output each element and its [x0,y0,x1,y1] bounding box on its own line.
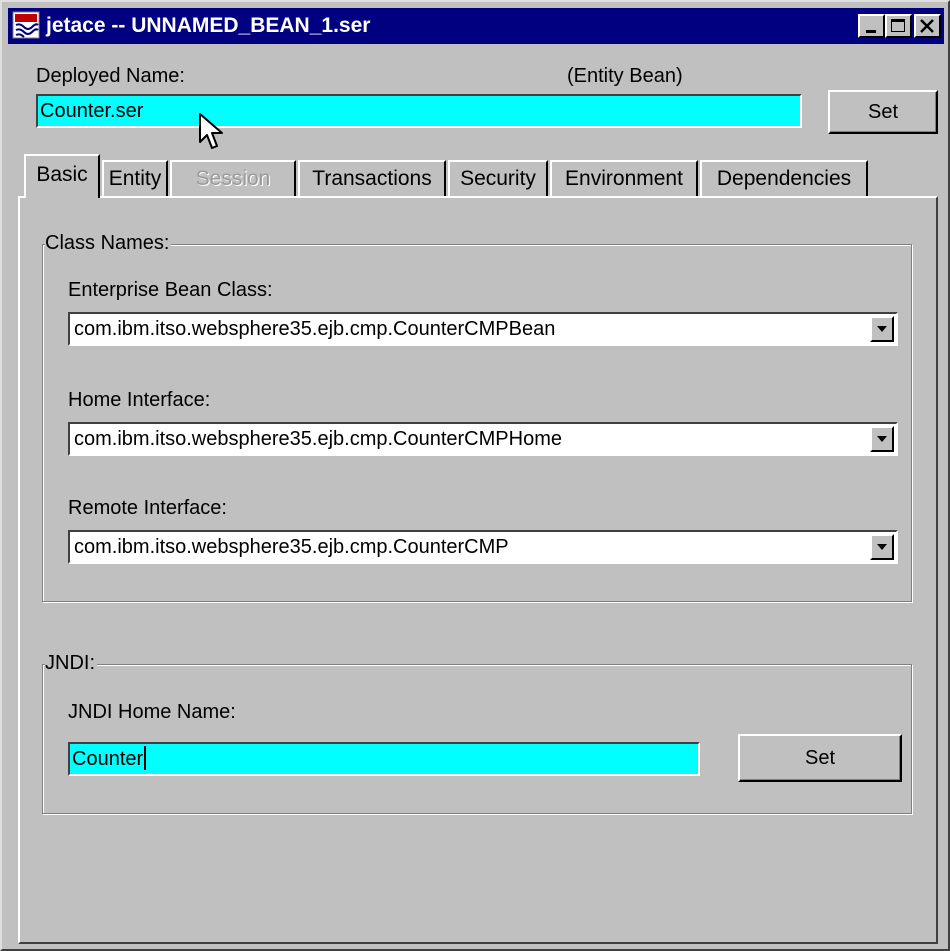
jndi-home-name-label: JNDI Home Name: [68,701,236,723]
deployed-name-field[interactable]: Counter.ser [36,94,802,128]
tab-basic[interactable]: Basic [24,154,100,198]
maximize-button[interactable] [885,14,912,38]
maximize-icon [891,19,905,32]
home-interface-label: Home Interface: [68,389,211,411]
minimize-icon [866,30,876,33]
tab-security[interactable]: Security [448,160,548,196]
tab-security-label: Security [460,167,536,190]
deployed-name-set-button[interactable]: Set [828,90,938,134]
home-interface-value: com.ibm.itso.websphere35.ejb.cmp.Counter… [74,428,562,450]
tab-transactions-label: Transactions [312,167,432,190]
window-title: jetace -- UNNAMED_BEAN_1.ser [46,14,371,37]
tab-environment-label: Environment [565,167,683,190]
dropdown-arrow-icon [877,544,887,550]
tab-dependencies-label: Dependencies [716,167,852,190]
enterprise-bean-class-dropdown-button[interactable] [870,316,894,342]
home-interface-dropdown-button[interactable] [870,426,894,452]
app-icon[interactable] [12,11,40,39]
tab-transactions[interactable]: Transactions [298,160,446,196]
enterprise-bean-class-value: com.ibm.itso.websphere35.ejb.cmp.Counter… [74,318,556,340]
dropdown-arrow-icon [877,326,887,332]
tab-dependencies[interactable]: Dependencies [700,160,868,196]
enterprise-bean-class-label: Enterprise Bean Class: [68,279,273,301]
remote-interface-dropdown-button[interactable] [870,534,894,560]
tab-strip: Basic Entity Session Transactions Securi… [18,154,938,198]
remote-interface-label: Remote Interface: [68,497,227,519]
jndi-home-name-value: Counter [72,748,144,770]
close-button[interactable] [914,14,941,38]
tab-session-label: Session [195,167,271,190]
enterprise-bean-class-combo[interactable]: com.ibm.itso.websphere35.ejb.cmp.Counter… [68,312,898,346]
deployed-name-label: Deployed Name: [36,65,185,87]
deployed-name-value: Counter.ser [40,100,144,122]
set-button-label: Set [867,101,899,123]
text-caret [144,746,147,770]
minimize-button[interactable] [858,14,885,38]
jetace-window: jetace -- UNNAMED_BEAN_1.ser Deployed Na… [0,0,950,951]
mouse-pointer-icon [199,113,223,149]
remote-interface-combo[interactable]: com.ibm.itso.websphere35.ejb.cmp.Counter… [68,530,898,564]
class-names-title: Class Names: [45,231,172,255]
remote-interface-value: com.ibm.itso.websphere35.ejb.cmp.Counter… [74,536,509,558]
close-icon [920,19,934,33]
title-bar[interactable]: jetace -- UNNAMED_BEAN_1.ser [8,8,944,44]
bean-type-label: (Entity Bean) [567,65,683,87]
jndi-title: JNDI: [45,651,97,675]
tab-basic-label: Basic [36,163,88,186]
tab-session: Session [170,160,296,196]
jndi-set-button-label: Set [804,747,836,769]
dropdown-arrow-icon [877,436,887,442]
basic-tab-panel: Class Names: Enterprise Bean Class: com.… [18,196,938,944]
tab-entity-label: Entity [108,167,162,190]
jndi-set-button[interactable]: Set [738,734,902,782]
tab-environment[interactable]: Environment [550,160,698,196]
jndi-home-name-field[interactable]: Counter [68,742,700,776]
tab-entity[interactable]: Entity [102,160,168,196]
home-interface-combo[interactable]: com.ibm.itso.websphere35.ejb.cmp.Counter… [68,422,898,456]
